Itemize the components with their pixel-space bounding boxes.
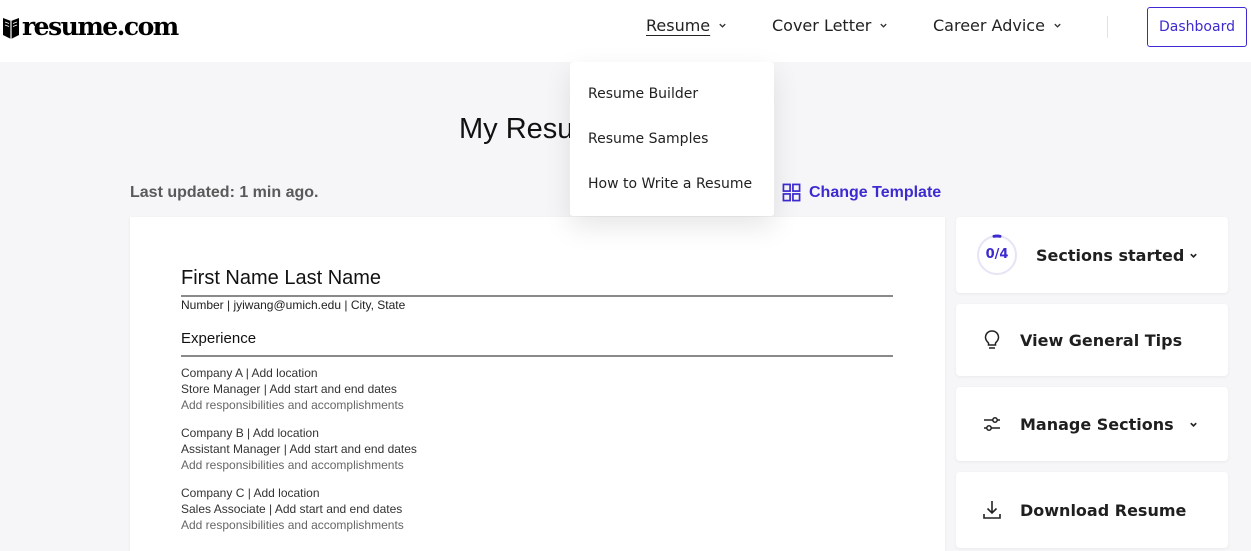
resume-contact: Number | jyiwang@umich.edu | City, State [181,298,406,312]
resume-section-title: Experience [181,330,257,347]
chevron-down-icon [719,23,726,28]
nav-divider [1107,16,1108,38]
progress-ring: 0/4 [976,234,1018,276]
job-company: Company A | Add location [181,366,318,380]
nav-career-advice[interactable]: Career Advice [933,16,1062,35]
progress-text: 0/4 [985,247,1009,262]
manage-sections-label: Manage Sections [1020,414,1174,434]
sections-started-label: Sections started [1036,245,1185,265]
logo-text: resume.com [22,12,179,41]
sliders-icon [984,417,1000,431]
logo[interactable]: resume.com [2,12,179,41]
nav-career-advice-label: Career Advice [933,16,1045,35]
resume-job: Company A | Add location Store Manager |… [181,365,404,413]
resume-dropdown-menu: Resume Builder Resume Samples How to Wri… [570,62,774,216]
chevron-down-icon [1190,253,1197,258]
change-template-button[interactable]: Change Template [782,183,941,202]
chevron-down-icon [1190,422,1197,427]
menu-item-resume-builder[interactable]: Resume Builder [588,86,698,102]
job-company: Company B | Add location [181,426,319,440]
job-title: Sales Associate | Add start and end date… [181,502,403,516]
view-tips-label: View General Tips [1020,330,1183,350]
chevron-down-icon [880,23,888,28]
sections-started-card[interactable]: 0/4 Sections started [956,217,1228,293]
nav-cover-letter-label: Cover Letter [772,16,872,35]
download-icon [983,501,1001,519]
nav-resume-label: Resume [646,16,711,35]
download-resume-label: Download Resume [1020,500,1187,520]
download-resume-card[interactable]: Download Resume [956,472,1228,548]
view-tips-card[interactable]: View General Tips [956,304,1228,376]
menu-item-how-to-write[interactable]: How to Write a Resume [588,176,752,192]
manage-sections-card[interactable]: Manage Sections [956,387,1228,461]
job-title: Assistant Manager | Add start and end da… [181,442,417,456]
menu-item-resume-samples[interactable]: Resume Samples [588,131,708,147]
nav-resume[interactable]: Resume [646,16,727,35]
top-navigation-bar: resume.com Resume Cover Letter Career Ad… [0,0,1251,62]
resume-name: First Name Last Name [181,267,382,289]
chevron-down-icon [1054,23,1061,28]
divider [181,295,893,297]
job-description: Add responsibilities and accomplishments [181,458,404,472]
divider [181,355,893,357]
resume-job: Company C | Add location Sales Associate… [181,485,404,533]
job-company: Company C | Add location [181,486,320,500]
resume-preview[interactable]: First Name Last Name Number | jyiwang@um… [130,217,945,551]
lightbulb-icon [984,330,1000,349]
last-updated-text: Last updated: 1 min ago. [130,184,319,201]
grid-icon [782,183,801,202]
job-title: Store Manager | Add start and end dates [181,382,397,396]
nav-cover-letter[interactable]: Cover Letter [772,16,888,35]
job-description: Add responsibilities and accomplishments [181,398,404,412]
resume-job: Company B | Add location Assistant Manag… [181,425,417,473]
book-logo-icon [3,17,19,39]
job-description: Add responsibilities and accomplishments [181,518,404,532]
dashboard-button[interactable]: Dashboard [1147,7,1247,47]
change-template-label: Change Template [809,183,942,201]
